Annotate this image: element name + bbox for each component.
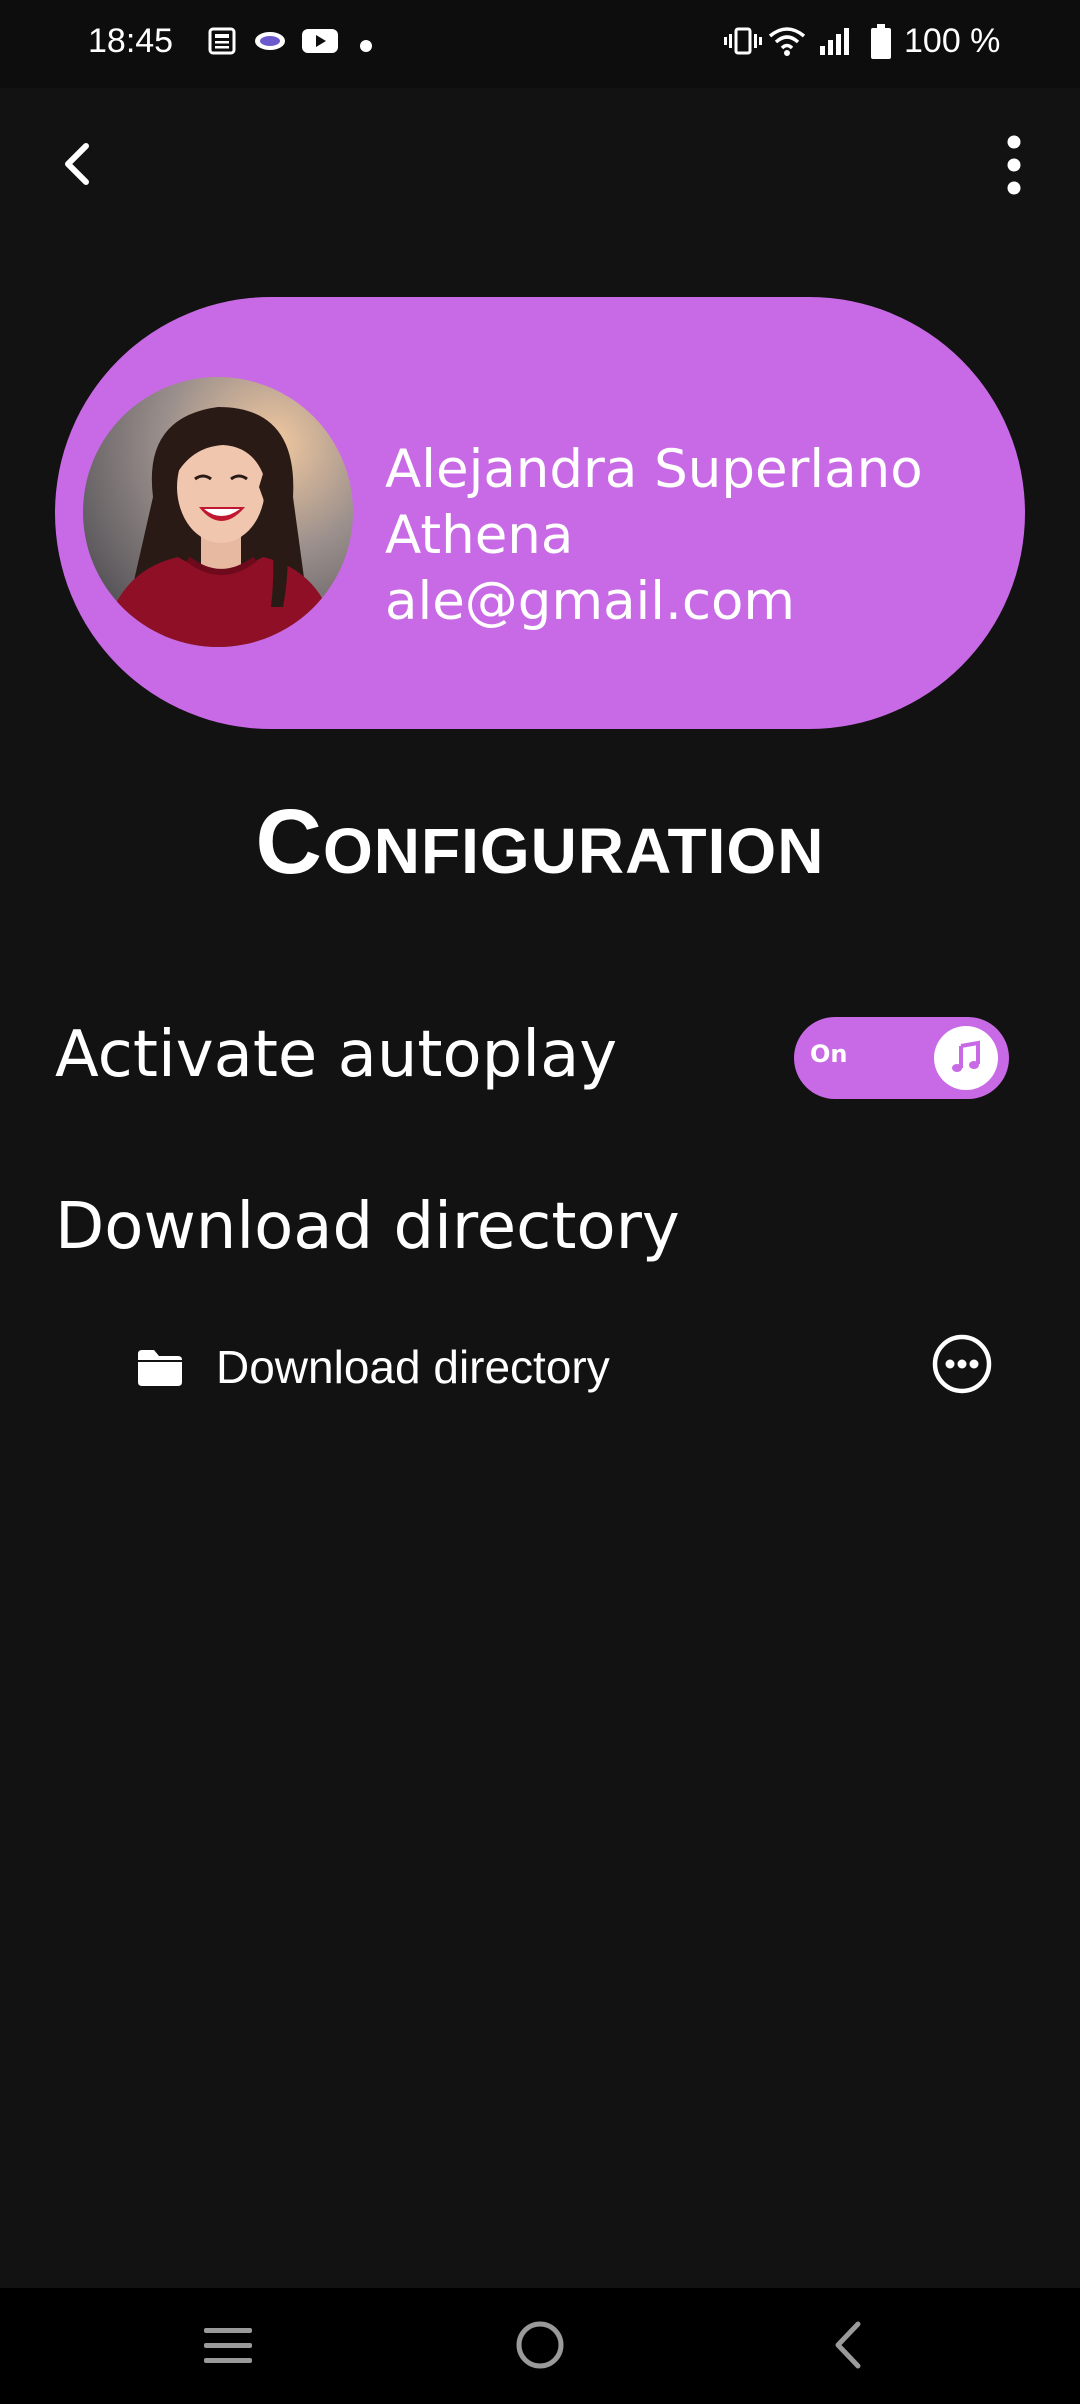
configuration-screen: 18:45 100 % Alejandra Superlano Athena a…	[0, 0, 1080, 2404]
chat-icon	[253, 26, 287, 60]
toggle-knob[interactable]	[934, 1026, 998, 1090]
status-time: 18:45	[88, 22, 174, 60]
autoplay-toggle-text: On	[810, 1040, 848, 1068]
profile-email: ale@gmail.com	[385, 571, 796, 632]
news-icon	[207, 26, 237, 60]
recents-icon[interactable]	[203, 2324, 253, 2372]
profile-first-name: Alejandra Superlano	[385, 439, 923, 500]
profile-card[interactable]: Alejandra Superlano Athena ale@gmail.com	[55, 297, 1025, 729]
profile-text: Alejandra Superlano Athena ale@gmail.com	[385, 437, 923, 635]
directory-options-button[interactable]	[930, 1332, 994, 1396]
battery-percentage: 100 %	[904, 22, 1001, 60]
profile-last-name: Athena	[385, 505, 574, 566]
avatar-photo	[83, 377, 353, 647]
battery-icon	[870, 24, 892, 64]
back-button[interactable]	[50, 132, 106, 196]
dot-icon	[360, 37, 372, 56]
more-horizontal-circle-icon	[932, 1334, 992, 1394]
youtube-icon	[301, 26, 339, 60]
more-vertical-icon	[1007, 135, 1021, 195]
wifi-icon	[768, 26, 806, 60]
more-options-button[interactable]	[996, 130, 1032, 200]
page-title: Configuration	[255, 791, 825, 893]
status-bar: 18:45 100 %	[0, 0, 1080, 88]
signal-icon	[818, 26, 852, 60]
avatar[interactable]	[83, 377, 353, 647]
download-directory-heading: Download directory	[55, 1190, 680, 1264]
home-icon[interactable]	[515, 2319, 565, 2375]
back-icon[interactable]	[830, 2320, 866, 2374]
music-note-icon	[952, 1040, 980, 1072]
autoplay-toggle[interactable]: On	[794, 1017, 1009, 1099]
vibrate-icon	[724, 26, 762, 60]
folder-icon	[136, 1348, 184, 1392]
back-arrow-icon	[65, 143, 89, 185]
navigation-bar	[0, 2288, 1080, 2404]
download-directory-value: Download directory	[216, 1341, 610, 1393]
download-directory-row[interactable]: Download directory	[130, 1322, 1000, 1412]
autoplay-label: Activate autoplay	[55, 1018, 618, 1092]
